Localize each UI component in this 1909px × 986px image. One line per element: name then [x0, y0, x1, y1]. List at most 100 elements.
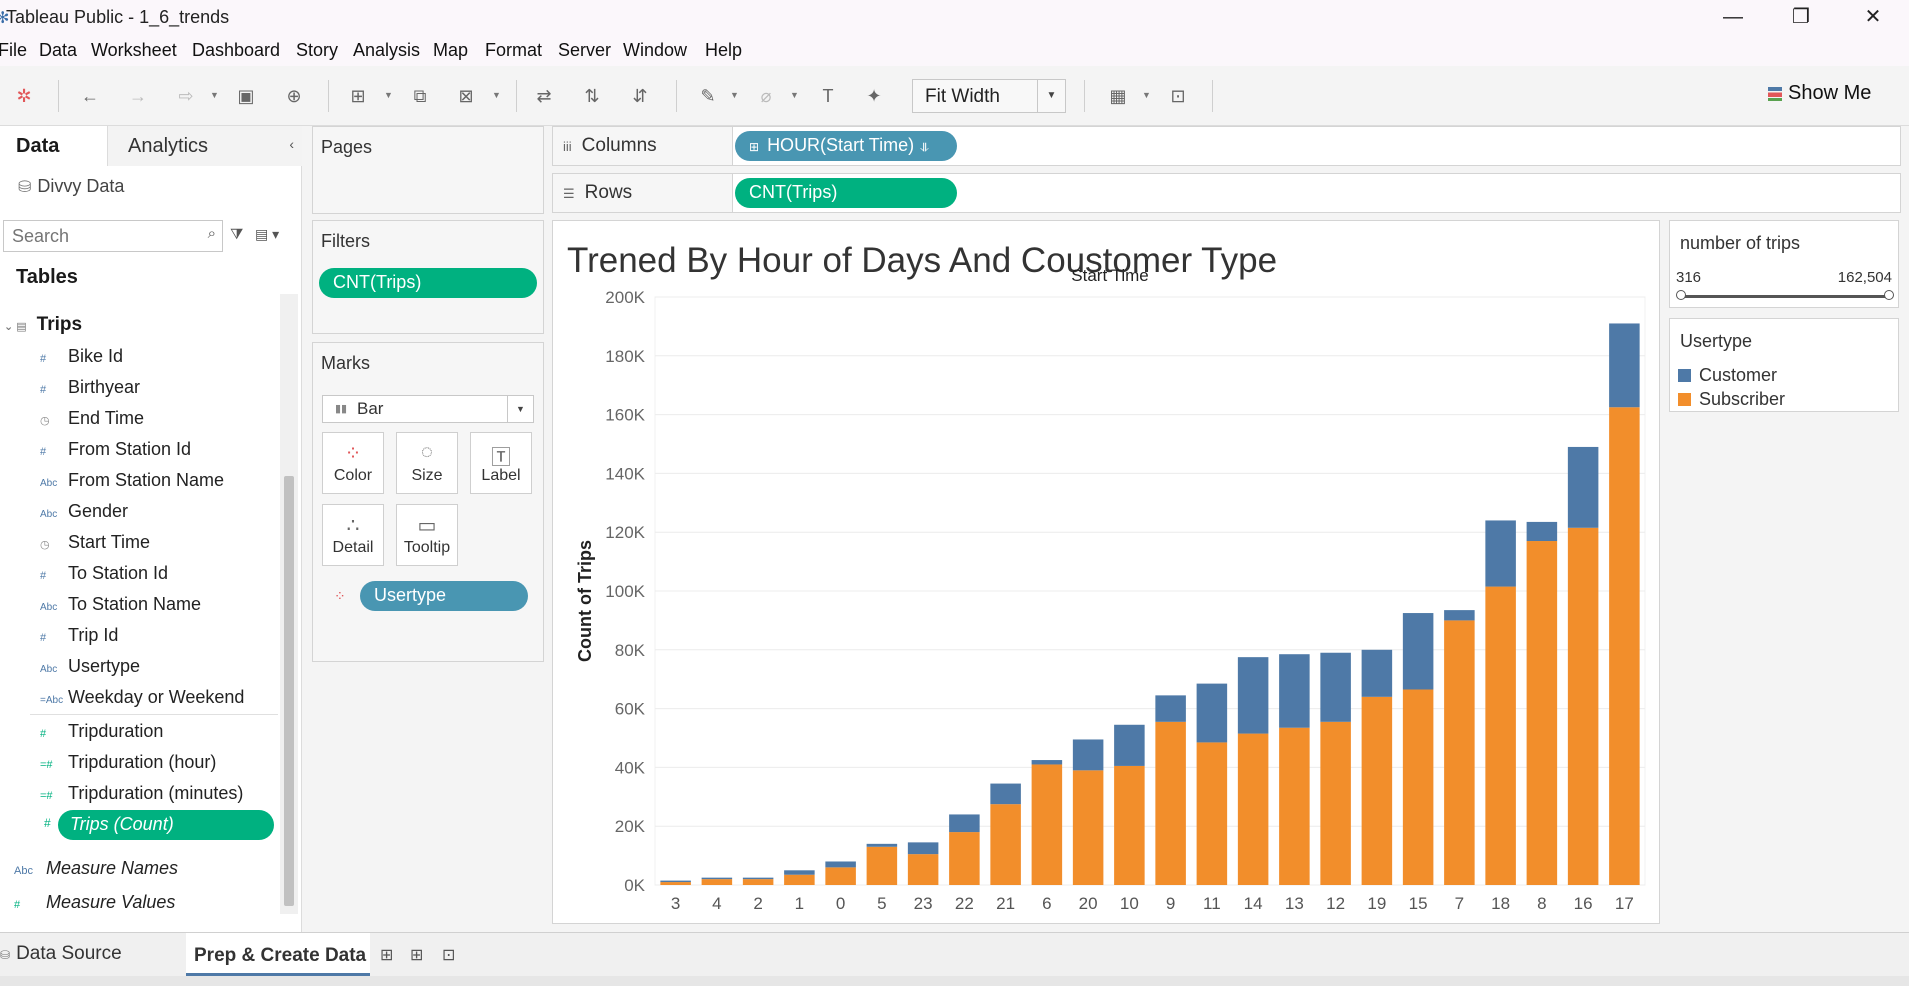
new-dashboard-icon[interactable]: ⊞: [410, 945, 423, 965]
chevron-down-icon[interactable]: ▼: [384, 90, 393, 100]
new-datasource-icon[interactable]: ⊕: [282, 84, 306, 108]
range-max-handle[interactable]: [1884, 290, 1894, 300]
range-min-handle[interactable]: [1676, 290, 1686, 300]
tooltip-button[interactable]: ▭ Tooltip: [396, 504, 458, 566]
menu-story[interactable]: Story: [296, 40, 338, 61]
legend-item-customer[interactable]: Customer: [1678, 365, 1777, 386]
chevron-down-icon[interactable]: ▼: [730, 90, 739, 100]
field-measure-values[interactable]: # Measure Values: [14, 892, 175, 913]
filter-pill-cnt-trips[interactable]: CNT(Trips): [319, 268, 537, 298]
collapse-pane-icon[interactable]: ‹: [289, 136, 294, 152]
redo-icon[interactable]: →: [126, 84, 150, 108]
stacked-bar-chart[interactable]: 0K 20K 40K 60K 80K 100K 120K 140K 160K 180K 200K St…: [553, 221, 1661, 925]
highlight-icon[interactable]: ✎: [696, 84, 720, 108]
fit-dropdown[interactable]: Fit Width ▼: [912, 79, 1066, 113]
field-usertype[interactable]: Abc Usertype: [40, 656, 140, 677]
field-from-station-id[interactable]: # From Station Id: [40, 439, 191, 460]
minimize-icon[interactable]: —: [1703, 2, 1763, 32]
tableau-home-icon[interactable]: ✲: [12, 84, 36, 108]
field-trips-count[interactable]: Trips (Count): [58, 810, 274, 840]
save-icon[interactable]: ▣: [234, 84, 258, 108]
mark-type-dropdown[interactable]: ▮▮ Bar ▼: [322, 395, 534, 423]
field-to-station-id[interactable]: # To Station Id: [40, 563, 168, 584]
abc-icon: Abc: [40, 664, 58, 675]
search-icon[interactable]: ⌕: [208, 225, 216, 242]
rows-pill-cnt-trips[interactable]: CNT(Trips): [735, 178, 957, 208]
sort-ascending-icon[interactable]: ⇅: [580, 84, 604, 108]
new-story-icon[interactable]: ⊡: [442, 945, 455, 965]
x-tick-label: 14: [1244, 894, 1263, 913]
field-to-station-name[interactable]: Abc To Station Name: [40, 594, 201, 615]
tab-analytics[interactable]: Analytics: [108, 126, 302, 166]
bar-subscriber-13: [1279, 727, 1310, 885]
legend-item-subscriber[interactable]: Subscriber: [1678, 389, 1785, 410]
menu-file[interactable]: File: [0, 40, 27, 61]
tab-data[interactable]: Data: [0, 126, 108, 166]
replay-icon[interactable]: ⇨: [174, 84, 198, 108]
show-mark-labels-icon[interactable]: T: [816, 84, 840, 108]
field-from-station-name[interactable]: Abc From Station Name: [40, 470, 224, 491]
color-label: Color: [333, 467, 373, 484]
field-bike-id[interactable]: # Bike Id: [40, 346, 123, 367]
detail-button[interactable]: ∴ Detail: [322, 504, 384, 566]
group-members-icon[interactable]: ⌀: [754, 84, 778, 108]
label-button[interactable]: 🅃 Label: [470, 432, 532, 494]
table-trips[interactable]: ⌄ ▤ Trips: [4, 314, 82, 336]
range-slider-track[interactable]: [1678, 295, 1892, 298]
close-icon[interactable]: ✕: [1843, 2, 1903, 32]
datetime-icon: ◷: [40, 415, 50, 427]
chevron-down-icon[interactable]: ▼: [790, 90, 799, 100]
menu-format[interactable]: Format: [485, 40, 542, 61]
menu-map[interactable]: Map: [433, 40, 468, 61]
field-trip-id[interactable]: # Trip Id: [40, 625, 118, 646]
datasource-item[interactable]: ⛁ Divvy Data: [18, 176, 124, 197]
view-options-icon[interactable]: ▤ ▾: [255, 226, 279, 243]
menu-worksheet[interactable]: Worksheet: [91, 40, 177, 61]
color-button[interactable]: ⁘ Color: [322, 432, 384, 494]
filters-card[interactable]: Filters CNT(Trips): [312, 220, 544, 334]
menu-help[interactable]: Help: [705, 40, 742, 61]
search-input[interactable]: [12, 222, 192, 250]
presentation-mode-icon[interactable]: ⊡: [1166, 84, 1190, 108]
field-weekday-or-weekend[interactable]: =Abc Weekday or Weekend: [40, 687, 244, 708]
bar-customer-19: [1361, 649, 1393, 697]
field-tripduration[interactable]: # Tripduration: [40, 721, 163, 742]
filter-icon[interactable]: ⧩: [230, 226, 243, 243]
menu-window[interactable]: Window: [623, 40, 687, 61]
field-birthyear[interactable]: # Birthyear: [40, 377, 140, 398]
menu-dashboard[interactable]: Dashboard: [192, 40, 280, 61]
chevron-down-icon[interactable]: ▼: [210, 90, 219, 100]
duplicate-sheet-icon[interactable]: ⧉: [408, 84, 432, 108]
menu-server[interactable]: Server: [558, 40, 611, 61]
y-tick-label: 80K: [615, 641, 646, 660]
show-cards-icon[interactable]: ▦: [1106, 84, 1130, 108]
field-gender[interactable]: Abc Gender: [40, 501, 128, 522]
marks-pill-usertype[interactable]: Usertype: [360, 581, 528, 611]
sort-descending-icon[interactable]: ⇵: [628, 84, 652, 108]
show-me-button[interactable]: Show Me: [1768, 82, 1871, 105]
menu-data[interactable]: Data: [39, 40, 77, 61]
tab-sheet-prep-create-data[interactable]: Prep & Create Data: [186, 933, 370, 977]
tab-data-source[interactable]: ⛁ Data Source: [0, 943, 122, 965]
field-end-time[interactable]: ◷ End Time: [40, 408, 144, 429]
pages-card[interactable]: Pages: [312, 126, 544, 214]
field-start-time[interactable]: ◷ Start Time: [40, 532, 150, 553]
fix-axes-icon[interactable]: ✦: [862, 84, 886, 108]
size-button[interactable]: ◌ Size: [396, 432, 458, 494]
new-worksheet-icon[interactable]: ⊞: [380, 945, 393, 965]
menu-analysis[interactable]: Analysis: [353, 40, 420, 61]
chevron-down-icon[interactable]: ▼: [1142, 90, 1151, 100]
new-worksheet-icon[interactable]: ⊞: [346, 84, 370, 108]
bar-subscriber-2: [742, 879, 774, 885]
maximize-icon[interactable]: ❐: [1771, 2, 1831, 32]
undo-icon[interactable]: ←: [78, 84, 102, 108]
viz-area[interactable]: Trened By Hour of Days And Coustomer Typ…: [552, 220, 1660, 924]
field-tripduration-minutes[interactable]: =# Tripduration (minutes): [40, 783, 243, 804]
clear-sheet-icon[interactable]: ⊠: [454, 84, 478, 108]
chevron-down-icon[interactable]: ▼: [492, 90, 501, 100]
columns-pill-hour-start-time[interactable]: ⊞ HOUR(Start Time) ⥥: [735, 131, 957, 161]
swap-rows-columns-icon[interactable]: ⇄: [532, 84, 556, 108]
field-measure-names[interactable]: Abc Measure Names: [14, 858, 178, 879]
scrollbar-thumb[interactable]: [284, 476, 294, 906]
field-tripduration-hour[interactable]: =# Tripduration (hour): [40, 752, 216, 773]
